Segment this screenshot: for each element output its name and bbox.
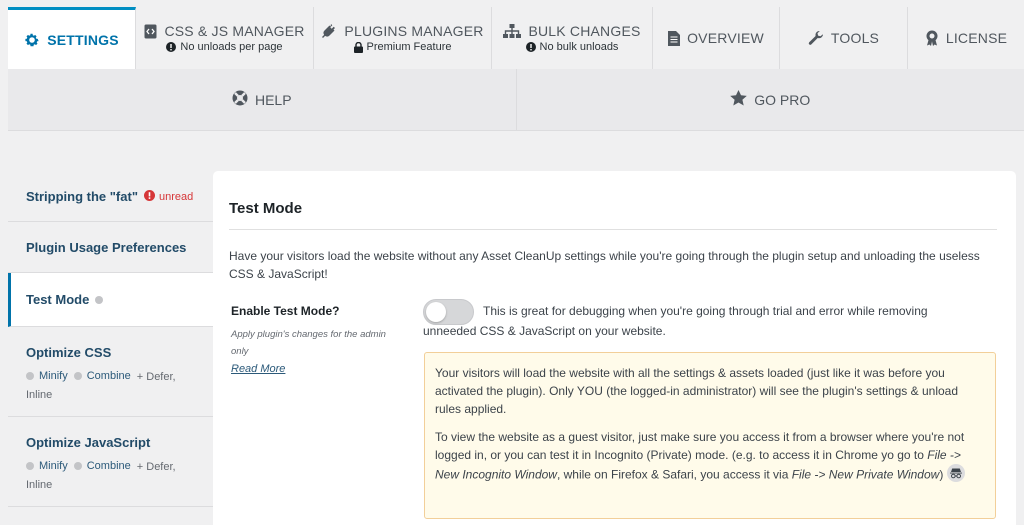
notice-text: To view the website as a guest visitor, …	[435, 430, 965, 462]
tab-tools[interactable]: TOOLS	[780, 7, 908, 69]
tab-plugins-manager[interactable]: PLUGINS MANAGER Premium Feature	[314, 7, 492, 69]
award-icon	[925, 30, 939, 46]
minify-label: Minify	[39, 460, 68, 472]
panel-title: Test Mode	[229, 200, 303, 217]
read-more-link[interactable]: Read More	[231, 363, 285, 375]
code-file-icon	[144, 24, 157, 39]
tab-label: OVERVIEW	[687, 30, 764, 46]
sidebar-item-label: Stripping the "fat"	[26, 189, 138, 204]
wrench-icon	[808, 30, 824, 46]
notice-text: , while on Firefox & Safari, you access …	[556, 467, 792, 482]
tab-label: HELP	[254, 91, 292, 108]
sidebar-item-label: Optimize CSS	[26, 345, 112, 360]
tab-label: TOOLS	[830, 30, 880, 46]
tab-css-js-manager[interactable]: CSS & JS MANAGER No unloads per page	[136, 7, 314, 69]
tab-settings[interactable]: SETTINGS	[8, 7, 136, 69]
status-dot-icon	[95, 295, 104, 304]
alert-circle-icon	[144, 189, 155, 204]
combine-label: Combine	[86, 460, 131, 472]
field-hint: Apply plugin's changes for the admin onl…	[231, 329, 386, 357]
main-tab-bar: SETTINGS CSS & JS MANAGER No unloads per…	[8, 7, 1024, 69]
tab-license[interactable]: LICENSE	[908, 7, 1024, 69]
tab-label: BULK CHANGES	[528, 23, 641, 39]
lock-icon	[353, 41, 363, 53]
inline-label: Inline	[26, 389, 53, 401]
secondary-tab-bar: HELP GO PRO	[8, 69, 1024, 131]
status-dot-icon	[73, 462, 82, 470]
sidebar-item-label: Plugin Usage Preferences	[26, 239, 187, 255]
notice-paragraph-1: Your visitors will load the website with…	[435, 366, 959, 416]
combine-label: Combine	[86, 370, 131, 382]
sidebar-item-optimize-js[interactable]: Optimize JavaScript Minify Combine + Defer…	[8, 417, 213, 507]
unread-label: unread	[159, 190, 194, 203]
optimize-css-options: Minify Combine + Defer, Inline	[26, 367, 213, 404]
plugin-icon	[321, 23, 337, 39]
tab-bulk-changes[interactable]: BULK CHANGES No bulk unloads	[492, 7, 653, 69]
tab-label: CSS & JS MANAGER	[164, 23, 305, 39]
sidebar-item-optimize-css[interactable]: Optimize CSS Minify Combine + Defer, Inline	[8, 327, 213, 417]
notice-text: )	[939, 467, 944, 482]
tab-go-pro[interactable]: GO PRO	[515, 69, 1024, 130]
gear-icon	[24, 32, 40, 48]
panel-description: Have your visitors load the website with…	[229, 249, 980, 281]
tab-overview[interactable]: OVERVIEW	[653, 7, 780, 69]
defer-label: + Defer,	[136, 461, 176, 473]
minify-label: Minify	[39, 370, 68, 382]
tab-help[interactable]: HELP	[8, 69, 516, 130]
sidebar-item-plugin-usage[interactable]: Plugin Usage Preferences	[8, 222, 213, 273]
toggle-description: This is great for debugging when you're …	[423, 304, 928, 338]
defer-label: + Defer,	[136, 371, 176, 383]
info-circle-icon	[166, 42, 177, 52]
sidebar-item-test-mode[interactable]: Test Mode	[8, 273, 219, 327]
info-circle-icon	[525, 42, 536, 52]
lifebuoy-icon	[232, 90, 248, 109]
info-notice: Your visitors will load the website with…	[424, 352, 996, 519]
field-label: Enable Test Mode?	[231, 304, 340, 318]
tab-sublabel: No unloads per page	[180, 41, 283, 53]
tab-label: LICENSE	[945, 30, 1008, 46]
sidebar-item-label: Test Mode	[26, 292, 90, 307]
sidebar-item-stripping-fat[interactable]: Stripping the "fat" unread	[8, 172, 213, 222]
sitemap-icon	[503, 23, 522, 39]
status-dot-icon	[26, 462, 34, 470]
settings-sidebar: Stripping the "fat" unread Plugin Usage …	[8, 172, 219, 507]
tab-label: GO PRO	[754, 91, 811, 108]
tab-sublabel: No bulk unloads	[539, 41, 619, 53]
private-window-menu-path: File -> New Private Window	[791, 467, 940, 482]
notice-paragraph-2: To view the website as a guest visitor, …	[435, 428, 985, 487]
toggle-knob	[426, 302, 446, 322]
optimize-js-options: Minify Combine + Defer, Inline	[26, 457, 213, 494]
divider	[229, 229, 997, 230]
test-mode-toggle[interactable]	[423, 299, 474, 325]
status-dot-icon	[73, 372, 82, 380]
unread-badge: unread	[144, 189, 194, 204]
star-icon	[730, 90, 748, 109]
tab-label: PLUGINS MANAGER	[344, 23, 484, 39]
sidebar-item-label: Optimize JavaScript	[26, 435, 151, 450]
incognito-spy-icon	[947, 464, 966, 487]
document-icon	[668, 30, 681, 46]
test-mode-panel: Test Mode Have your visitors load the we…	[213, 171, 1016, 525]
status-dot-icon	[26, 372, 34, 380]
tab-sublabel: Premium Feature	[366, 41, 452, 53]
tab-label: SETTINGS	[47, 31, 119, 48]
inline-label: Inline	[26, 479, 53, 491]
